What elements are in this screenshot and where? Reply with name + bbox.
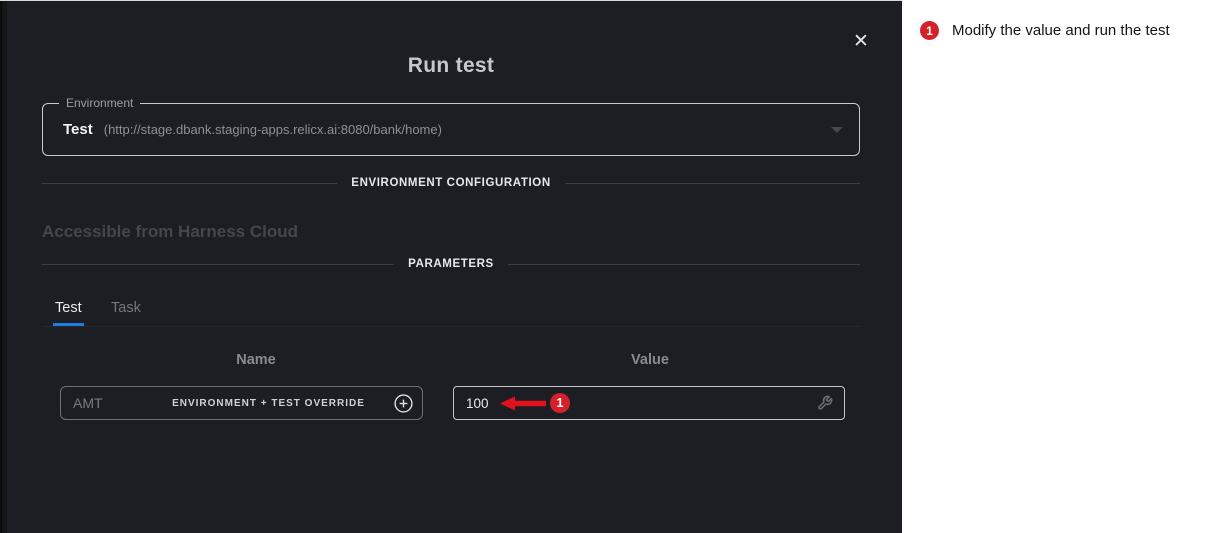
annotation-panel: 1 Modify the value and run the test bbox=[902, 0, 1222, 533]
close-icon[interactable]: ✕ bbox=[849, 29, 873, 53]
override-badge: ENVIRONMENT + TEST OVERRIDE bbox=[143, 398, 394, 409]
divider-line bbox=[42, 183, 337, 184]
environment-select[interactable]: Environment Test (http://stage.dbank.sta… bbox=[42, 103, 860, 156]
modal-title: Run test bbox=[42, 54, 860, 78]
section-label-environment-configuration: ENVIRONMENT CONFIGURATION bbox=[337, 177, 564, 189]
tab-test[interactable]: Test bbox=[53, 298, 84, 326]
environment-selected-name: Test bbox=[63, 121, 93, 138]
wrench-icon[interactable] bbox=[817, 395, 833, 411]
column-header-name: Name bbox=[200, 352, 312, 368]
environment-label: Environment bbox=[59, 96, 140, 110]
annotation-step-badge: 1 bbox=[550, 393, 570, 413]
annotation-arrow-icon bbox=[500, 396, 546, 411]
run-test-modal: ✕ Run test Environment Test (http://stag… bbox=[0, 0, 902, 533]
section-divider-parameters: PARAMETERS bbox=[42, 257, 860, 271]
section-label-parameters: PARAMETERS bbox=[394, 258, 508, 270]
param-value-field[interactable]: 1 bbox=[453, 386, 845, 420]
top-edge-line bbox=[0, 0, 902, 1]
annotation-step-badge: 1 bbox=[920, 21, 939, 40]
section-divider-environment-configuration: ENVIRONMENT CONFIGURATION bbox=[42, 176, 860, 190]
plus-circle-icon bbox=[394, 394, 413, 413]
divider-line bbox=[508, 264, 860, 265]
divider-line bbox=[42, 264, 394, 265]
param-value-input[interactable] bbox=[466, 396, 500, 411]
chevron-down-icon bbox=[831, 127, 843, 133]
param-name-field[interactable]: ENVIRONMENT + TEST OVERRIDE bbox=[60, 386, 423, 420]
harness-cloud-note: Accessible from Harness Cloud bbox=[42, 222, 298, 242]
page-edge-shadow bbox=[2, 1, 7, 533]
screen: ✕ Run test Environment Test (http://stag… bbox=[0, 0, 1222, 533]
environment-selected-url: (http://stage.dbank.staging-apps.relicx.… bbox=[104, 122, 442, 137]
divider-line bbox=[565, 183, 860, 184]
param-name-input[interactable] bbox=[73, 395, 143, 411]
add-parameter-button[interactable] bbox=[394, 394, 413, 413]
column-header-value: Value bbox=[594, 352, 706, 368]
parameters-tabs: Test Task bbox=[42, 298, 860, 327]
tab-task[interactable]: Task bbox=[109, 298, 143, 326]
annotation-step-text: Modify the value and run the test bbox=[952, 20, 1170, 41]
